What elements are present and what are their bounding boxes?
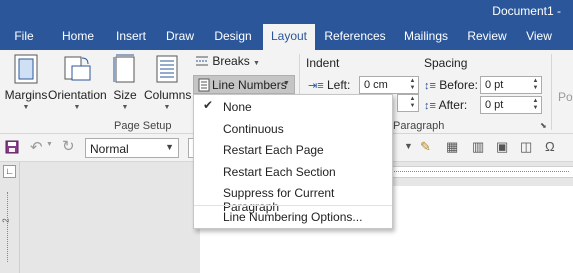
tab-mailings[interactable]: Mailings <box>396 24 456 50</box>
orientation-icon <box>64 56 91 81</box>
left-indent-label: ⇥≡ Left: <box>308 78 351 92</box>
right-indent-input[interactable]: ▲ ▼ <box>397 94 419 112</box>
tab-design[interactable]: Design <box>207 24 259 50</box>
columns-icon <box>156 55 178 83</box>
ribbon-tab-bar: File Home Insert Draw Design Layout Refe… <box>0 24 573 50</box>
line-numbers-menu: ✔ None Continuous Restart Each Page Rest… <box>193 94 393 229</box>
chevron-down-icon[interactable]: ▼ <box>404 141 413 151</box>
chevron-down-icon: ▼ <box>73 104 81 111</box>
size-icon <box>113 54 135 83</box>
tab-references[interactable]: References <box>320 24 390 50</box>
tab-layout[interactable]: Layout <box>263 24 315 50</box>
paragraph-group-label: Paragraph <box>393 120 445 132</box>
line-numbers-icon <box>198 78 210 92</box>
breaks-label: Breaks <box>212 54 250 68</box>
redo-icon[interactable]: ↻ <box>62 137 75 155</box>
tab-home[interactable]: Home <box>54 24 102 50</box>
checkmark-icon: ✔ <box>203 98 214 112</box>
orientation-button[interactable]: Orientation ▼ <box>48 54 107 111</box>
vertical-ruler: ∟ 2 <box>0 162 20 273</box>
after-spacing-input[interactable]: 0 pt ▲ ▼ <box>480 96 542 114</box>
ribbon-divider <box>551 54 552 130</box>
before-spacing-input[interactable]: 0 pt ▲ ▼ <box>480 76 542 94</box>
shapes-icon[interactable]: ◫ <box>520 139 532 155</box>
page-setup-group-label: Page Setup <box>114 120 172 132</box>
chevron-down-icon: ▼ <box>163 104 171 111</box>
breaks-button[interactable]: Breaks ▼ <box>195 54 260 68</box>
style-select[interactable]: Normal ▼ <box>85 138 179 158</box>
tab-view[interactable]: View <box>518 24 560 50</box>
size-label: Size <box>113 88 137 102</box>
spinner-arrows-icon[interactable]: ▲ ▼ <box>408 78 417 92</box>
insert-icon[interactable]: ✎ <box>420 139 431 155</box>
position-button-partial[interactable]: Po <box>558 90 573 104</box>
style-select-value: Normal <box>90 142 129 156</box>
left-indent-value: 0 cm <box>364 79 388 91</box>
save-icon[interactable] <box>5 140 19 154</box>
table-icon[interactable]: ▦ <box>446 139 458 155</box>
picture-icon[interactable]: ▣ <box>496 139 508 155</box>
chevron-down-icon[interactable]: ▼ <box>46 141 53 148</box>
tab-file[interactable]: File <box>2 24 46 50</box>
tab-selector[interactable]: ∟ <box>3 165 16 178</box>
tab-draw[interactable]: Draw <box>160 24 200 50</box>
ruler-ticks <box>7 192 8 262</box>
size-button[interactable]: Size ▼ <box>110 54 140 111</box>
line-numbers-label: Line Numbers <box>212 78 287 92</box>
breaks-icon <box>196 56 208 66</box>
spacing-label: Spacing <box>424 56 468 70</box>
spinner-arrows-icon[interactable]: ▲ ▼ <box>531 78 540 92</box>
indent-label: Indent <box>306 56 340 70</box>
chart-icon[interactable]: ▥ <box>472 139 484 155</box>
menu-item-none[interactable]: ✔ None <box>194 96 392 117</box>
orientation-label: Orientation <box>48 88 107 102</box>
indent-left-icon: ⇥≡ <box>308 80 324 92</box>
undo-icon[interactable]: ↶ <box>30 138 43 156</box>
chevron-down-icon: ▼ <box>165 142 174 152</box>
before-spacing-label: ↕≡ Before: <box>424 78 478 92</box>
document-title: Document1 - <box>492 4 561 18</box>
chevron-down-icon: ▼ <box>253 60 260 67</box>
ruler-mark: 2 <box>1 218 11 223</box>
menu-item-continuous[interactable]: Continuous <box>194 118 392 139</box>
spinner-arrows-icon[interactable]: ▲ ▼ <box>408 96 417 110</box>
spinner-arrows-icon[interactable]: ▲ ▼ <box>531 98 540 112</box>
tab-insert[interactable]: Insert <box>108 24 154 50</box>
margins-icon <box>14 54 38 84</box>
menu-item-restart-each-section[interactable]: Restart Each Section <box>194 161 392 182</box>
menu-item-suppress-current-paragraph[interactable]: Suppress for Current Paragraph <box>194 182 392 214</box>
chevron-down-icon: ▼ <box>22 104 30 111</box>
tab-review[interactable]: Review <box>462 24 512 50</box>
menu-item-restart-each-page[interactable]: Restart Each Page <box>194 139 392 160</box>
chevron-down-icon: ▼ <box>283 80 290 87</box>
title-bar: Document1 - <box>0 0 573 24</box>
dialog-launcher-icon[interactable]: ⬊ <box>540 121 547 130</box>
spacing-before-icon: ↕≡ <box>424 80 436 92</box>
spacing-after-icon: ↕≡ <box>424 100 436 112</box>
menu-item-line-numbering-options[interactable]: Line Numbering Options... <box>194 205 392 226</box>
margins-label: Margins <box>4 88 48 102</box>
left-indent-input[interactable]: 0 cm ▲ ▼ <box>359 76 419 94</box>
columns-label: Columns <box>144 88 192 102</box>
line-numbers-button[interactable]: Line Numbers ▼ <box>193 75 295 94</box>
after-spacing-label: ↕≡ After: <box>424 98 468 112</box>
chevron-down-icon: ▼ <box>121 104 129 111</box>
margins-button[interactable]: Margins ▼ <box>4 54 48 111</box>
symbol-icon[interactable]: Ω <box>545 139 555 154</box>
columns-button[interactable]: Columns ▼ <box>144 54 192 111</box>
after-spacing-value: 0 pt <box>485 99 504 111</box>
before-spacing-value: 0 pt <box>485 79 504 91</box>
